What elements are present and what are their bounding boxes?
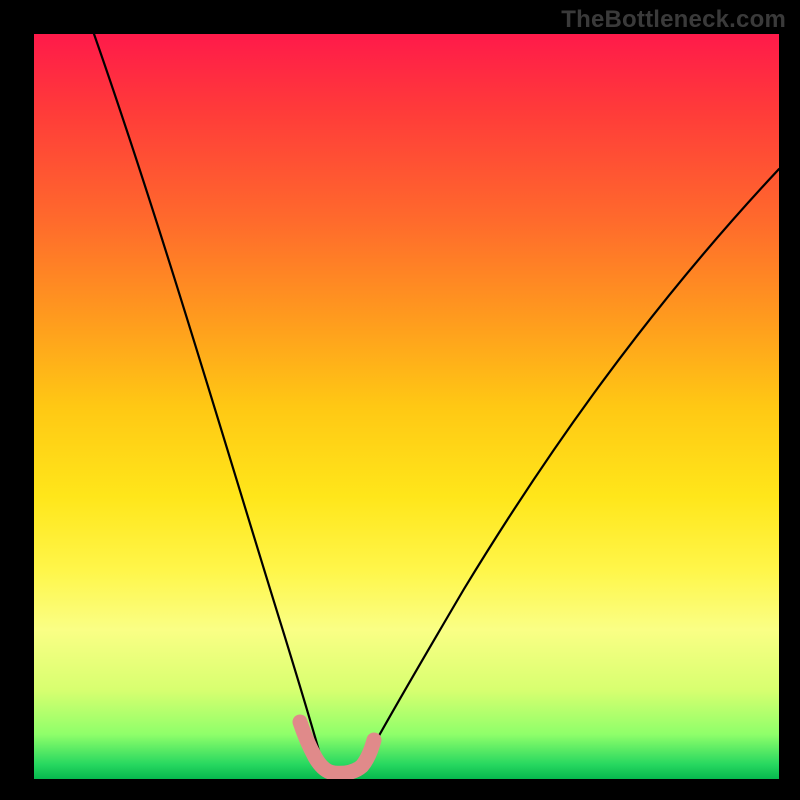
plot-area (34, 34, 779, 779)
watermark-text: TheBottleneck.com (561, 6, 786, 34)
bottleneck-curve-left (94, 34, 324, 769)
highlight-band (300, 722, 374, 773)
chart-frame: TheBottleneck.com (0, 0, 800, 800)
curve-layer (34, 34, 779, 779)
bottleneck-curve-right (359, 169, 779, 772)
